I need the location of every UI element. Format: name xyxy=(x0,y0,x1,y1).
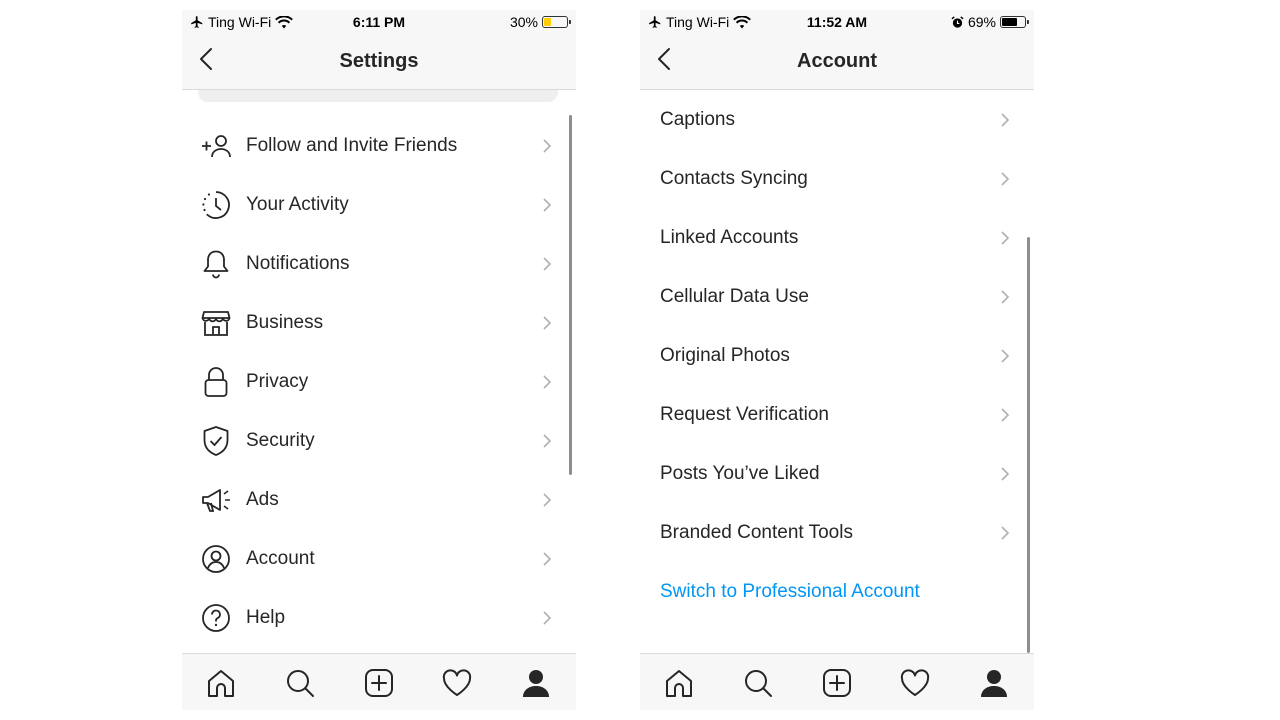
activity-heart-icon[interactable] xyxy=(898,666,932,700)
settings-item-label: Security xyxy=(246,429,315,451)
status-bar: Ting Wi-Fi 11:52 AM 69% xyxy=(640,10,1034,34)
scrollbar[interactable] xyxy=(569,115,572,475)
chevron-right-icon xyxy=(542,610,552,626)
account-item-captions[interactable]: Captions xyxy=(640,90,1034,149)
bottom-tab-bar xyxy=(640,653,1034,710)
battery-icon xyxy=(1000,16,1029,28)
account-item-label: Captions xyxy=(660,108,735,130)
user-circle-icon xyxy=(199,542,233,576)
account-screen: Ting Wi-Fi 11:52 AM 69% Account Captions xyxy=(640,10,1034,710)
settings-item-business[interactable]: Business xyxy=(182,293,576,352)
settings-item-account[interactable]: Account xyxy=(182,529,576,588)
chevron-right-icon xyxy=(1000,289,1010,305)
battery-percent: 69% xyxy=(967,14,996,30)
account-item-label: Cellular Data Use xyxy=(660,285,809,307)
chevron-right-icon xyxy=(1000,230,1010,246)
battery-percent: 30% xyxy=(509,14,538,30)
account-item-label: Posts You’ve Liked xyxy=(660,462,820,484)
settings-item-label: Notifications xyxy=(246,252,350,274)
profile-icon[interactable] xyxy=(519,666,553,700)
new-post-icon[interactable] xyxy=(362,666,396,700)
home-icon[interactable] xyxy=(662,666,696,700)
chevron-right-icon xyxy=(1000,112,1010,128)
search-bar[interactable] xyxy=(198,90,558,102)
settings-item-label: Ads xyxy=(246,488,279,510)
settings-item-your-activity[interactable]: Your Activity xyxy=(182,175,576,234)
settings-item-label: Follow and Invite Friends xyxy=(246,134,458,156)
chevron-right-icon xyxy=(1000,348,1010,364)
profile-icon[interactable] xyxy=(977,666,1011,700)
activity-heart-icon[interactable] xyxy=(440,666,474,700)
chevron-right-icon xyxy=(542,551,552,567)
shield-check-icon xyxy=(199,424,233,458)
settings-screen: Ting Wi-Fi 6:11 PM 30% Settings Follow a… xyxy=(182,10,576,710)
settings-item-ads[interactable]: Ads xyxy=(182,470,576,529)
settings-item-label: Your Activity xyxy=(246,193,349,215)
chevron-right-icon xyxy=(542,374,552,390)
bell-icon xyxy=(199,247,233,281)
home-icon[interactable] xyxy=(204,666,238,700)
alarm-icon xyxy=(951,15,964,29)
search-icon[interactable] xyxy=(283,666,317,700)
settings-list: Follow and Invite Friends Your Activity … xyxy=(182,90,576,653)
account-item-label: Original Photos xyxy=(660,344,790,366)
chevron-right-icon xyxy=(542,315,552,331)
settings-item-help[interactable]: Help xyxy=(182,588,576,647)
battery-icon xyxy=(542,16,571,28)
lock-icon xyxy=(199,365,233,399)
settings-item-label: Privacy xyxy=(246,370,309,392)
page-title: Account xyxy=(797,50,877,72)
settings-item-label: Account xyxy=(246,547,315,569)
megaphone-icon xyxy=(199,483,233,517)
account-item-label: Contacts Syncing xyxy=(660,167,808,189)
help-circle-icon xyxy=(199,601,233,635)
switch-professional-label: Switch to Professional Account xyxy=(660,580,920,602)
new-post-icon[interactable] xyxy=(820,666,854,700)
chevron-right-icon xyxy=(542,256,552,272)
chevron-right-icon xyxy=(542,433,552,449)
account-item-branded-content[interactable]: Branded Content Tools xyxy=(640,503,1034,562)
account-item-posts-liked[interactable]: Posts You’ve Liked xyxy=(640,444,1034,503)
settings-item-label: Help xyxy=(246,606,286,628)
account-item-request-verification[interactable]: Request Verification xyxy=(640,385,1034,444)
account-item-original-photos[interactable]: Original Photos xyxy=(640,326,1034,385)
scrollbar[interactable] xyxy=(1027,237,1030,653)
settings-item-security[interactable]: Security xyxy=(182,411,576,470)
account-item-contacts-syncing[interactable]: Contacts Syncing xyxy=(640,149,1034,208)
settings-item-follow-invite[interactable]: Follow and Invite Friends xyxy=(182,116,576,175)
chevron-right-icon xyxy=(1000,171,1010,187)
account-item-label: Branded Content Tools xyxy=(660,521,853,543)
nav-bar: Account xyxy=(640,34,1034,90)
chevron-right-icon xyxy=(542,138,552,154)
activity-clock-icon xyxy=(199,188,233,222)
account-item-label: Linked Accounts xyxy=(660,226,799,248)
chevron-right-icon xyxy=(1000,525,1010,541)
status-bar: Ting Wi-Fi 6:11 PM 30% xyxy=(182,10,576,34)
bottom-tab-bar xyxy=(182,653,576,710)
account-item-label: Request Verification xyxy=(660,403,829,425)
search-icon[interactable] xyxy=(741,666,775,700)
settings-item-notifications[interactable]: Notifications xyxy=(182,234,576,293)
chevron-right-icon xyxy=(1000,407,1010,423)
account-item-cellular-data[interactable]: Cellular Data Use xyxy=(640,267,1034,326)
chevron-right-icon xyxy=(1000,466,1010,482)
chevron-right-icon xyxy=(542,492,552,508)
account-item-linked-accounts[interactable]: Linked Accounts xyxy=(640,208,1034,267)
settings-item-privacy[interactable]: Privacy xyxy=(182,352,576,411)
storefront-icon xyxy=(199,306,233,340)
page-title: Settings xyxy=(339,50,419,72)
settings-item-label: Business xyxy=(246,311,324,333)
account-list: Captions Contacts Syncing Linked Account… xyxy=(640,90,1034,653)
nav-bar: Settings xyxy=(182,34,576,90)
chevron-right-icon xyxy=(542,197,552,213)
add-person-icon xyxy=(199,129,233,163)
switch-professional-link[interactable]: Switch to Professional Account xyxy=(640,562,1034,621)
